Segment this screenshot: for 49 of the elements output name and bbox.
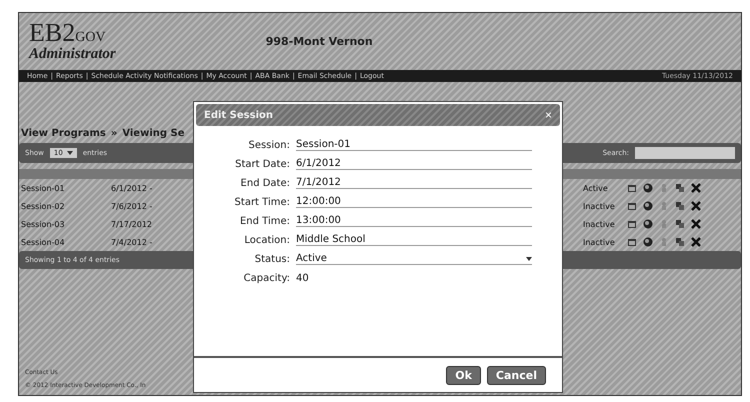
globe-icon[interactable]: [643, 183, 653, 193]
field-label: End Time:: [238, 216, 291, 227]
table-cell-text: Inactive: [582, 202, 616, 210]
site-name: 998-Mont Vernon: [266, 35, 373, 48]
caret-icon: [66, 151, 73, 155]
table-cell-text: 7/4/2012 -: [110, 238, 152, 246]
field-value: 40: [296, 273, 310, 284]
logo-subtitle: Administrator: [29, 46, 116, 63]
field-label: Status:: [254, 254, 291, 265]
status-select[interactable]: Active: [296, 253, 532, 265]
caret-icon: [526, 256, 532, 260]
input-field[interactable]: Session-01: [296, 139, 532, 151]
breadcrumb-link[interactable]: View Programs: [21, 128, 106, 139]
delete-icon[interactable]: [691, 201, 701, 211]
ok-button[interactable]: Ok: [446, 366, 481, 384]
delete-icon[interactable]: [691, 237, 701, 247]
field-label: Location:: [243, 235, 291, 246]
table-cell-text: Inactive: [582, 238, 616, 246]
table-cell-text: Session-03: [20, 220, 66, 228]
table-cell-text: Session-02: [20, 202, 66, 210]
table-cell-text: 7/17/2012: [110, 220, 152, 228]
breadcrumb-link[interactable]: Viewing Se: [122, 128, 184, 139]
input-field[interactable]: 13:00:00: [296, 215, 532, 227]
table-cell-text: 7/6/2012 -: [110, 202, 152, 210]
breadcrumb-separator: »: [110, 128, 118, 139]
globe-icon[interactable]: [643, 201, 653, 211]
field-label: Start Date:: [234, 159, 291, 170]
table-cell-text: Active: [582, 184, 609, 192]
input-field[interactable]: 12:00:00: [296, 196, 532, 208]
input-field[interactable]: 7/1/2012: [296, 177, 532, 189]
delete-icon[interactable]: [691, 183, 701, 193]
table-cell-text: 6/1/2012 -: [110, 184, 152, 192]
search-field[interactable]: [635, 147, 735, 159]
dialog-title: Edit Session: [204, 110, 273, 120]
cancel-button[interactable]: Cancel: [486, 366, 546, 384]
table-cell-text: Session-01: [20, 184, 66, 192]
field-label: Capacity:: [242, 273, 291, 284]
delete-icon[interactable]: [691, 219, 701, 229]
globe-icon[interactable]: [643, 237, 653, 247]
input-field[interactable]: Middle School: [296, 234, 532, 246]
logo: EB2GOV: [29, 20, 107, 46]
field-label: Start Time:: [234, 197, 291, 208]
field-label: End Date:: [240, 178, 291, 189]
field-label: Session:: [247, 140, 291, 151]
input-field[interactable]: 6/1/2012: [296, 158, 532, 170]
globe-icon[interactable]: [643, 219, 653, 229]
close-button[interactable]: ×: [544, 108, 552, 122]
table-cell-text: Inactive: [582, 220, 616, 228]
table-cell-text: Session-04: [20, 238, 66, 246]
